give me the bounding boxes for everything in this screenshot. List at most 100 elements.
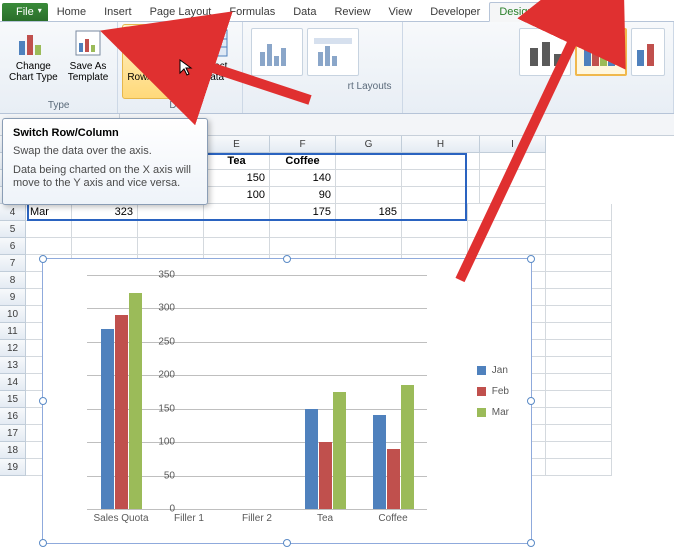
chart-styles-gallery[interactable] xyxy=(407,24,669,80)
cell-r11c8[interactable] xyxy=(546,323,612,340)
cell-r19c8[interactable] xyxy=(546,459,612,476)
cell-G2[interactable] xyxy=(336,170,402,187)
row-10[interactable]: 10 xyxy=(0,306,26,323)
cell-E3[interactable]: 100 xyxy=(204,187,270,204)
bar-Tea-Feb[interactable] xyxy=(319,442,332,509)
bar-Coffee-Jan[interactable] xyxy=(373,415,386,509)
cell-I4[interactable] xyxy=(546,204,612,221)
legend-item-Jan[interactable]: Jan xyxy=(477,365,509,376)
bar-Tea-Mar[interactable] xyxy=(333,392,346,509)
col-I[interactable]: I xyxy=(480,136,546,153)
row-17[interactable]: 17 xyxy=(0,425,26,442)
cell-r5c2[interactable] xyxy=(138,221,204,238)
bar-Coffee-Mar[interactable] xyxy=(401,385,414,509)
row-4[interactable]: 4 xyxy=(0,204,26,221)
cell-r5c5[interactable] xyxy=(336,221,402,238)
cell-r6c3[interactable] xyxy=(204,238,270,255)
save-as-template-button[interactable]: Save As Template xyxy=(63,24,114,99)
tab-formulas[interactable]: Formulas xyxy=(220,3,284,21)
cell-F1[interactable]: Coffee xyxy=(270,153,336,170)
cell-r6c0[interactable] xyxy=(26,238,72,255)
cell-H1[interactable] xyxy=(402,153,480,170)
cell-F2[interactable]: 140 xyxy=(270,170,336,187)
row-12[interactable]: 12 xyxy=(0,340,26,357)
cell-r5c0[interactable] xyxy=(26,221,72,238)
cell-r7c8[interactable] xyxy=(546,255,612,272)
cell-r5c6[interactable] xyxy=(402,221,468,238)
row-15[interactable]: 15 xyxy=(0,391,26,408)
chart-legend[interactable]: JanFebMar xyxy=(477,365,509,428)
cell-r10c8[interactable] xyxy=(546,306,612,323)
row-9[interactable]: 9 xyxy=(0,289,26,306)
switch-row-column-button[interactable]: Switch Row/Column xyxy=(122,24,189,99)
bar-Sales Quota-Jan[interactable] xyxy=(101,329,114,510)
cell-r5c1[interactable] xyxy=(72,221,138,238)
cell-I2[interactable] xyxy=(480,170,546,187)
tab-home[interactable]: Home xyxy=(48,3,95,21)
cell-D4[interactable] xyxy=(204,204,270,221)
row-19[interactable]: 19 xyxy=(0,459,26,476)
cell-r5c7[interactable] xyxy=(468,221,546,238)
cell-r6c2[interactable] xyxy=(138,238,204,255)
col-G[interactable]: G xyxy=(336,136,402,153)
cell-F4[interactable]: 185 xyxy=(336,204,402,221)
row-7[interactable]: 7 xyxy=(0,255,26,272)
cell-I3[interactable] xyxy=(480,187,546,204)
cell-r6c4[interactable] xyxy=(270,238,336,255)
cell-r6c7[interactable] xyxy=(468,238,546,255)
cell-G3[interactable] xyxy=(336,187,402,204)
cell-E1[interactable]: Tea xyxy=(204,153,270,170)
cell-r5c3[interactable] xyxy=(204,221,270,238)
cell-G1[interactable] xyxy=(336,153,402,170)
layout-option-2[interactable] xyxy=(307,28,359,76)
cell-r17c8[interactable] xyxy=(546,425,612,442)
tab-insert[interactable]: Insert xyxy=(95,3,141,21)
bar-Sales Quota-Mar[interactable] xyxy=(129,293,142,509)
cell-r12c8[interactable] xyxy=(546,340,612,357)
select-data-button[interactable]: Select Data xyxy=(190,24,238,99)
cell-r5c8[interactable] xyxy=(546,221,612,238)
cell-r14c8[interactable] xyxy=(546,374,612,391)
change-chart-type-button[interactable]: Change Chart Type xyxy=(4,24,63,99)
col-H[interactable]: H xyxy=(402,136,480,153)
cell-r9c8[interactable] xyxy=(546,289,612,306)
cell-B4[interactable]: 323 xyxy=(72,204,138,221)
cell-C4[interactable] xyxy=(138,204,204,221)
row-16[interactable]: 16 xyxy=(0,408,26,425)
cell-r6c6[interactable] xyxy=(402,238,468,255)
layout-option-1[interactable] xyxy=(251,28,303,76)
cell-r15c8[interactable] xyxy=(546,391,612,408)
cell-r13c8[interactable] xyxy=(546,357,612,374)
cell-r6c1[interactable] xyxy=(72,238,138,255)
chart-plot-area[interactable] xyxy=(87,275,427,509)
legend-item-Feb[interactable]: Feb xyxy=(477,386,509,397)
file-tab[interactable]: File▾ xyxy=(2,3,48,21)
cell-H2[interactable] xyxy=(402,170,480,187)
row-18[interactable]: 18 xyxy=(0,442,26,459)
cell-H4[interactable] xyxy=(468,204,546,221)
cell-r6c8[interactable] xyxy=(546,238,612,255)
tab-developer[interactable]: Developer xyxy=(421,3,489,21)
bar-Coffee-Feb[interactable] xyxy=(387,449,400,509)
cell-r8c8[interactable] xyxy=(546,272,612,289)
col-F[interactable]: F xyxy=(270,136,336,153)
style-option-1[interactable] xyxy=(519,28,571,76)
col-E[interactable]: E xyxy=(204,136,270,153)
tab-l[interactable]: L xyxy=(544,3,568,21)
row-11[interactable]: 11 xyxy=(0,323,26,340)
row-6[interactable]: 6 xyxy=(0,238,26,255)
cell-A4[interactable]: Mar xyxy=(26,204,72,221)
cell-H3[interactable] xyxy=(402,187,480,204)
tab-view[interactable]: View xyxy=(380,3,422,21)
bar-Sales Quota-Feb[interactable] xyxy=(115,315,128,509)
style-option-2[interactable] xyxy=(575,28,627,76)
tab-page-layout[interactable]: Page Layout xyxy=(141,3,221,21)
cell-F3[interactable]: 90 xyxy=(270,187,336,204)
row-13[interactable]: 13 xyxy=(0,357,26,374)
tab-review[interactable]: Review xyxy=(325,3,379,21)
cell-E4[interactable]: 175 xyxy=(270,204,336,221)
bar-Tea-Jan[interactable] xyxy=(305,409,318,509)
cell-r5c4[interactable] xyxy=(270,221,336,238)
row-14[interactable]: 14 xyxy=(0,374,26,391)
row-8[interactable]: 8 xyxy=(0,272,26,289)
